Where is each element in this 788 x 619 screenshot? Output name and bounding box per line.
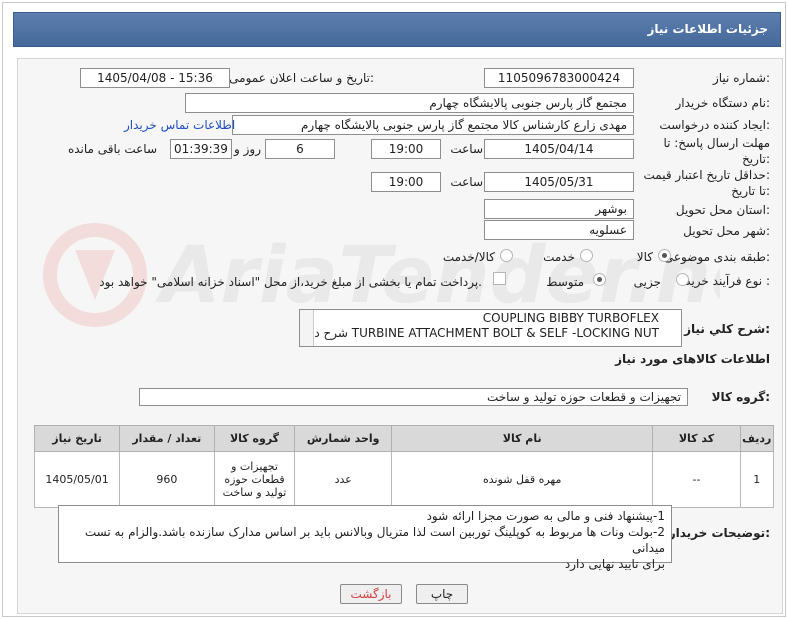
validity-time-label: ساعت — [450, 175, 483, 189]
category-radio-service[interactable] — [580, 249, 593, 262]
validity-label-line2: تا تاریخ: — [731, 184, 770, 198]
days-label: روز و — [234, 142, 261, 156]
cell-date: 1405/05/01 — [33, 451, 121, 508]
buyer-field: مجتمع گاز پارس جنوبی پالایشگاه چهارم — [185, 93, 634, 113]
validity-time-field: 19:00 — [371, 172, 441, 192]
category-option-goods-service: کالا/خدمت — [442, 250, 495, 264]
col-unit: واحد شمارش — [294, 425, 392, 452]
category-radio-goods[interactable] — [658, 249, 671, 262]
process-option-medium: متوسط — [546, 275, 584, 289]
province-label: استان محل تحویل: — [675, 203, 770, 217]
treasury-payment-checkbox[interactable] — [493, 272, 506, 285]
goods-group-field: تجهیزات و قطعات حوزه تولید و ساخت — [139, 388, 688, 406]
page-title: جزئیات اطلاعات نیاز — [647, 22, 768, 36]
general-desc-label: شرح کلي نياز: — [684, 322, 770, 336]
treasury-payment-note: پرداخت تمام یا بخشی از مبلغ خرید،از محل … — [99, 275, 482, 289]
cell-name: مهره قفل شونده — [390, 451, 654, 508]
city-field: عسلویه — [484, 220, 634, 240]
col-code: کد کالا — [652, 425, 741, 452]
process-option-minor: جزیی — [633, 275, 661, 289]
buyer-notes-label: توضیحات خریدار: — [668, 526, 770, 540]
buyer-contact-link[interactable]: اطلاعات تماس خریدار — [124, 118, 235, 132]
deadline-label-line2: تاریخ: — [742, 152, 770, 166]
announce-label: تاریخ و ساعت اعلان عمومی: — [229, 71, 374, 85]
process-radio-medium[interactable] — [593, 273, 606, 286]
process-label: نوع فرآیند خرید : — [685, 274, 770, 288]
general-desc-line2: TURBINE ATTACHMENT BOLT & SELF -LOCKING … — [300, 326, 659, 340]
cell-qty: 960 — [119, 451, 215, 508]
deadline-label-line1: مهلت ارسال پاسخ: تا — [663, 136, 770, 150]
cell-code: -- — [652, 451, 741, 508]
notes-line1: 1-پیشنهاد فنی و مالی به صورت مجزا ارائه … — [426, 509, 665, 523]
print-button[interactable]: چاپ — [416, 584, 468, 604]
col-name: نام کالا — [390, 425, 654, 452]
remaining-label: ساعت باقی مانده — [67, 142, 157, 156]
need-number-field: 1105096783000424 — [484, 68, 634, 88]
category-option-goods: کالا — [636, 250, 653, 264]
table-row: 1 -- مهره قفل شونده عدد تجهیزات و قطعات … — [33, 451, 775, 508]
deadline-label: مهلت ارسال پاسخ: تا تاریخ: — [663, 135, 770, 167]
province-field: بوشهر — [484, 199, 634, 219]
city-label: شهر محل تحویل: — [683, 224, 770, 238]
back-button[interactable]: بازگشت — [340, 584, 402, 604]
general-desc-line1: COUPLING BIBBY TURBOFLEX — [482, 311, 659, 325]
buyer-notes-field: 1-پیشنهاد فنی و مالی به صورت مجزا ارائه … — [58, 505, 672, 571]
col-row: ردیف — [739, 425, 775, 452]
goods-group-label: گروه کالا: — [711, 390, 770, 404]
desc-scrollbar[interactable] — [300, 310, 314, 346]
creator-label: ایجاد کننده درخواست: — [659, 118, 770, 132]
goods-info-title: اطلاعات کالاهای مورد نیاز — [615, 352, 770, 366]
cell-unit: عدد — [294, 451, 392, 508]
table-header-row: ردیف کد کالا نام کالا واحد شمارش گروه کا… — [33, 425, 775, 452]
cell-row: 1 — [739, 451, 775, 508]
process-radio-minor[interactable] — [676, 273, 689, 286]
need-number-label: شماره نیاز: — [712, 71, 770, 85]
col-date: تاریخ نیاز — [33, 425, 121, 452]
category-label: طبقه بندی موضوعی: — [663, 250, 770, 264]
category-radio-goods-service[interactable] — [500, 249, 513, 262]
announce-field: 1405/04/08 - 15:36 — [80, 68, 230, 88]
notes-line2: 2-بولت ونات ها مربوط به کوپلینگ توربین ا… — [84, 525, 665, 555]
general-desc-field[interactable]: COUPLING BIBBY TURBOFLEX TURBINE ATTACHM… — [299, 309, 682, 347]
items-table: ردیف کد کالا نام کالا واحد شمارش گروه کا… — [33, 425, 775, 508]
validity-label-line1: حداقل تاریخ اعتبار قیمت: — [643, 168, 770, 182]
days-field: 6 — [265, 139, 335, 159]
notes-line3: برای تایید نهایی دارد — [564, 557, 665, 571]
category-option-service: خدمت — [543, 250, 575, 264]
remaining-time-field: 01:39:39 — [170, 139, 232, 159]
deadline-time-field: 19:00 — [371, 139, 441, 159]
col-qty: تعداد / مقدار — [119, 425, 215, 452]
creator-field: مهدی زارع کارشناس کالا مجتمع گاز پارس جن… — [232, 115, 634, 135]
validity-label: حداقل تاریخ اعتبار قیمت: تا تاریخ: — [643, 167, 770, 199]
deadline-time-label: ساعت — [450, 142, 483, 156]
deadline-date-field: 1405/04/14 — [484, 139, 634, 159]
cell-group: تجهیزات و قطعات حوزه تولید و ساخت — [213, 451, 296, 508]
buyer-label: نام دستگاه خریدار: — [675, 96, 771, 110]
validity-date-field: 1405/05/31 — [484, 172, 634, 192]
col-group: گروه کالا — [213, 425, 296, 452]
title-bar: جزئیات اطلاعات نیاز — [13, 12, 781, 47]
